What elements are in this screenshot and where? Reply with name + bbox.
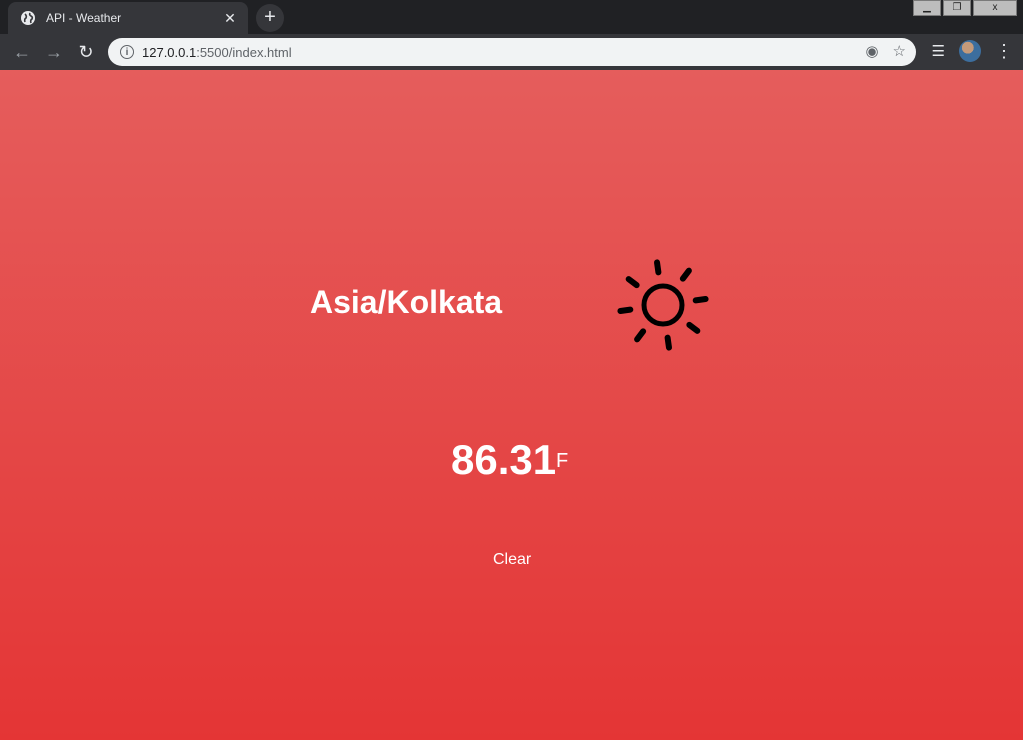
sun-icon: [617, 259, 709, 351]
tab-strip: API - Weather ✕ + ▁ ❐ x: [0, 0, 1023, 34]
bookmark-star-icon[interactable]: ☆: [893, 43, 906, 61]
browser-tab[interactable]: API - Weather ✕: [8, 2, 248, 34]
browser-toolbar: ← → ↻ i 127.0.0.1:5500/index.html ◉ ☆ ☰ …: [0, 34, 1023, 70]
menu-kebab-icon[interactable]: ⋮: [995, 42, 1013, 60]
restore-button[interactable]: ❐: [943, 0, 971, 16]
media-control-icon[interactable]: ☰: [932, 42, 945, 60]
url-host: 127.0.0.1: [142, 44, 197, 60]
profile-avatar[interactable]: [959, 40, 981, 62]
url-path: :5500/index.html: [196, 44, 292, 60]
window-controls: ▁ ❐ x: [911, 0, 1017, 16]
back-arrow-icon[interactable]: ←: [10, 40, 34, 64]
location-icon[interactable]: ◉: [865, 43, 878, 61]
temperature-unit[interactable]: F: [556, 450, 568, 473]
globe-icon: [21, 11, 35, 25]
minimize-button[interactable]: ▁: [913, 0, 941, 16]
location-timezone: Asia/Kolkata: [310, 284, 503, 320]
info-icon[interactable]: i: [120, 45, 134, 59]
tab-close-icon[interactable]: ✕: [222, 10, 238, 27]
forward-arrow-icon[interactable]: →: [42, 40, 66, 64]
reload-icon[interactable]: ↻: [74, 40, 98, 64]
url-text[interactable]: 127.0.0.1:5500/index.html: [142, 45, 292, 60]
tab-title: API - Weather: [46, 11, 122, 25]
new-tab-button[interactable]: +: [256, 4, 284, 32]
address-bar[interactable]: i 127.0.0.1:5500/index.html ◉ ☆: [108, 38, 916, 66]
close-window-button[interactable]: x: [973, 0, 1017, 16]
weather-page: Asia/Kolkata 86.31 F Clear: [0, 70, 1023, 740]
weather-summary: Clear: [493, 551, 532, 568]
temperature-value: 86.31: [451, 436, 557, 483]
